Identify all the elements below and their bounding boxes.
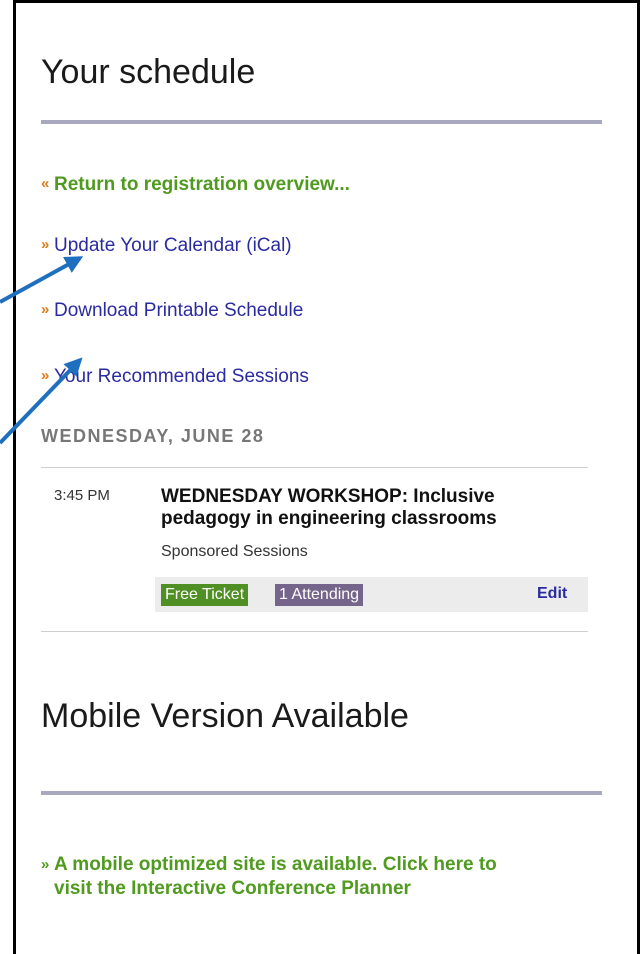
annotation-arrow-icon [0, 357, 83, 445]
annotation-arrow-icon [0, 256, 84, 304]
annotation-arrows [0, 256, 84, 445]
